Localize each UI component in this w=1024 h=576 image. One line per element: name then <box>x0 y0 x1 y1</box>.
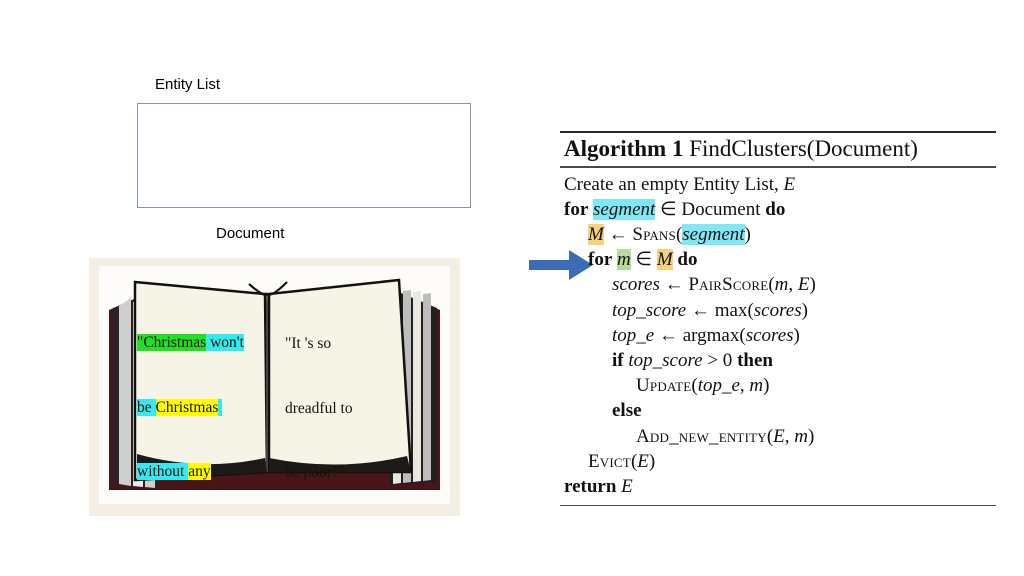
algorithm-line-top-score-max: top_score ← max(scores) <box>560 298 996 323</box>
word-document: Document <box>681 198 761 220</box>
algorithm-line-return-e: return E <box>560 474 996 499</box>
fn-argmax: argmax <box>682 324 740 346</box>
var-E: E <box>637 450 649 472</box>
var-m: m <box>774 274 789 296</box>
kw-do: do <box>765 198 786 220</box>
hl-green-span: "Christmas <box>137 334 207 351</box>
var-m: m <box>749 375 764 397</box>
op-gets: ← <box>608 223 628 245</box>
proc-update: Update <box>636 375 692 397</box>
var-top-e: top_e <box>697 375 740 397</box>
algorithm-signature: FindClusters(Document) <box>689 136 918 162</box>
var-E: E <box>621 476 633 498</box>
document-label: Document <box>216 225 285 242</box>
hl-m-token: m <box>617 249 631 271</box>
comma: , <box>788 274 798 296</box>
proc-evict: Evict <box>588 450 631 472</box>
hl-yellow-span: Christmas <box>155 398 219 416</box>
algorithm-line-if-top-score: if top_score > 0 then <box>560 348 996 373</box>
kw-for: for <box>588 249 613 271</box>
var-E: E <box>797 274 810 296</box>
rparen: ) <box>763 375 770 397</box>
comma: , <box>784 425 795 447</box>
algorithm-number-label: Algorithm 1 <box>564 136 684 162</box>
var-top-score: top_score <box>612 299 687 321</box>
kw-do: do <box>677 249 698 271</box>
var-scores: scores <box>753 299 802 321</box>
op-gets: ← <box>690 299 710 321</box>
hl-cyan-span: won't <box>206 334 244 351</box>
algorithm-line-evict: Evict(E) <box>560 449 996 474</box>
fn-max: max <box>714 299 748 321</box>
var-E: E <box>773 425 785 447</box>
op-gets: ← <box>658 324 678 346</box>
proc-spans: Spans <box>632 223 676 245</box>
hl-cyan-span <box>218 398 223 416</box>
document-book-illustration: "Christmas won't be Christmas without an… <box>89 258 460 516</box>
rparen: ) <box>808 425 815 447</box>
algorithm-body: Create an empty Entity List, E for segme… <box>560 168 996 506</box>
kw-return: return <box>564 476 617 498</box>
proc-pairscore: PairScore <box>688 274 769 296</box>
cmp-gt-zero: > 0 <box>702 350 738 371</box>
entity-list-label: Entity List <box>155 76 221 93</box>
hl-M-token: M <box>588 223 604 245</box>
algorithm-line-update: Update(top_e, m) <box>560 373 996 398</box>
left-page-line: "Christmas won't <box>137 332 277 354</box>
algorithm-title: Algorithm 1 FindClusters(Document) <box>560 133 996 166</box>
kw-then: then <box>737 350 773 371</box>
right-page-line: "It 's so <box>285 335 332 352</box>
hl-yellow-span: any <box>188 463 211 480</box>
rparen: ) <box>648 450 656 472</box>
algorithm-line-add-new-entity: Add_new_entity(E, m) <box>560 424 996 449</box>
book-right-page-text: "It 's so dreadful to be poor!" sighed M… <box>285 290 405 516</box>
rparen: ) <box>744 223 751 245</box>
var-m: m <box>794 425 808 447</box>
var-top-e: top_e <box>612 324 655 346</box>
hl-M-token: M <box>656 249 673 271</box>
left-page-line: be Christmas <box>137 397 277 419</box>
entity-list-box <box>137 103 471 208</box>
algorithm-line-for-m: for m ∈ M do <box>560 247 996 272</box>
proc-add-new-entity: Add_new_entity <box>636 425 767 447</box>
algorithm-line-create-entity-list: Create an empty Entity List, E <box>560 172 996 197</box>
algorithm-block: Algorithm 1 FindClusters(Document) Creat… <box>560 131 996 507</box>
hl-cyan-span: be <box>137 398 156 416</box>
algorithm-line-top-e-argmax: top_e ← argmax(scores) <box>560 323 996 348</box>
right-page-line: dreadful to <box>285 399 353 417</box>
var-scores: scores <box>612 274 660 296</box>
rparen: ) <box>801 299 808 321</box>
var-scores: scores <box>745 324 794 346</box>
rparen: ) <box>809 274 816 296</box>
kw-else: else <box>612 400 642 422</box>
algorithm-line-scores-pairscore: scores ← PairScore(m, E) <box>560 272 996 297</box>
algorithm-bottom-rule <box>560 505 996 507</box>
op-in: ∈ <box>635 249 653 271</box>
op-in: ∈ <box>660 198 677 220</box>
book-left-page-text: "Christmas won't be Christmas without an… <box>137 289 277 516</box>
rparen: ) <box>793 324 800 346</box>
op-gets: ← <box>664 274 684 296</box>
left-page-line: without any <box>137 461 277 483</box>
algorithm-line-m-spans: M ← Spans(segment) <box>560 222 996 247</box>
kw-if: if <box>612 350 624 371</box>
create-prefix-text: Create an empty Entity List, <box>564 173 784 195</box>
kw-for: for <box>564 198 589 220</box>
algorithm-line-else: else <box>560 398 996 423</box>
hl-segment-token: segment <box>682 223 745 245</box>
var-top-score: top_score <box>628 350 703 371</box>
comma: , <box>739 375 750 397</box>
hl-cyan-span: without <box>137 463 189 480</box>
var-E: E <box>783 173 796 195</box>
algorithm-line-for-segment: for segment ∈ Document do <box>560 197 996 222</box>
hl-segment-token: segment <box>593 198 656 220</box>
right-page-line: be poor!" <box>285 464 344 481</box>
